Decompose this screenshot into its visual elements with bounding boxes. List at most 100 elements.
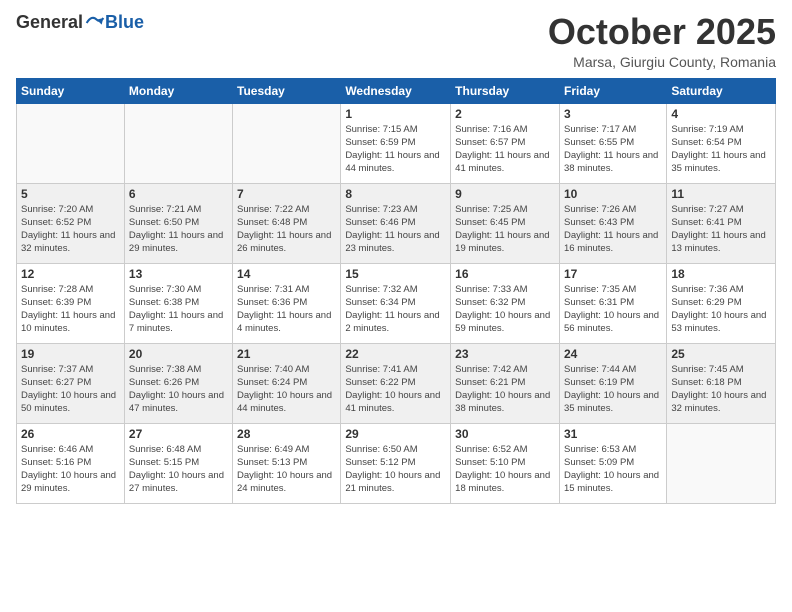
table-row: 26 Sunrise: 6:46 AMSunset: 5:16 PMDayligh… [17, 423, 125, 503]
table-row: 11 Sunrise: 7:27 AMSunset: 6:41 PMDayligh… [667, 183, 776, 263]
logo: General Blue [16, 12, 144, 33]
table-row [17, 103, 125, 183]
day-info: Sunrise: 7:20 AMSunset: 6:52 PMDaylight:… [21, 203, 120, 256]
table-row: 18 Sunrise: 7:36 AMSunset: 6:29 PMDayligh… [667, 263, 776, 343]
day-number: 20 [129, 347, 228, 361]
table-row: 14 Sunrise: 7:31 AMSunset: 6:36 PMDayligh… [233, 263, 341, 343]
calendar-week-row: 26 Sunrise: 6:46 AMSunset: 5:16 PMDayligh… [17, 423, 776, 503]
day-info: Sunrise: 7:33 AMSunset: 6:32 PMDaylight:… [455, 283, 555, 336]
day-number: 8 [345, 187, 446, 201]
day-info: Sunrise: 7:41 AMSunset: 6:22 PMDaylight:… [345, 363, 446, 416]
day-info: Sunrise: 7:15 AMSunset: 6:59 PMDaylight:… [345, 123, 446, 176]
day-info: Sunrise: 7:36 AMSunset: 6:29 PMDaylight:… [671, 283, 771, 336]
day-number: 21 [237, 347, 336, 361]
table-row: 27Sunrise: 6:48 AMSunset: 5:15 PMDayligh… [124, 423, 232, 503]
day-info: Sunrise: 7:35 AMSunset: 6:31 PMDaylight:… [564, 283, 662, 336]
table-row: 7 Sunrise: 7:22 AMSunset: 6:48 PMDaylight… [233, 183, 341, 263]
day-info: Sunrise: 7:25 AMSunset: 6:45 PMDaylight:… [455, 203, 555, 256]
day-info: Sunrise: 7:17 AMSunset: 6:55 PMDaylight:… [564, 123, 662, 176]
table-row: 21Sunrise: 7:40 AMSunset: 6:24 PMDayligh… [233, 343, 341, 423]
table-row: 31 Sunrise: 6:53 AMSunset: 5:09 PMDayligh… [559, 423, 666, 503]
table-row: 22 Sunrise: 7:41 AMSunset: 6:22 PMDayligh… [341, 343, 451, 423]
day-info: Sunrise: 7:45 AMSunset: 6:18 PMDaylight:… [671, 363, 771, 416]
day-number: 4 [671, 107, 771, 121]
day-info: Sunrise: 6:52 AMSunset: 5:10 PMDaylight:… [455, 443, 555, 496]
table-row: 23 Sunrise: 7:42 AMSunset: 6:21 PMDayligh… [451, 343, 560, 423]
day-info: Sunrise: 6:46 AMSunset: 5:16 PMDaylight:… [21, 443, 120, 496]
day-info: Sunrise: 7:26 AMSunset: 6:43 PMDaylight:… [564, 203, 662, 256]
logo-general-text: General [16, 12, 83, 33]
table-row: 20 Sunrise: 7:38 AMSunset: 6:26 PMDayligh… [124, 343, 232, 423]
day-info: Sunrise: 7:22 AMSunset: 6:48 PMDaylight:… [237, 203, 336, 256]
col-saturday: Saturday [667, 78, 776, 103]
day-info: Sunrise: 7:37 AMSunset: 6:27 PMDaylight:… [21, 363, 120, 416]
day-number: 1 [345, 107, 446, 121]
page: General Blue October 2025 Marsa, Giurgiu… [0, 0, 792, 612]
table-row: 5 Sunrise: 7:20 AMSunset: 6:52 PMDaylight… [17, 183, 125, 263]
col-thursday: Thursday [451, 78, 560, 103]
day-number: 27 [129, 427, 228, 441]
day-info: Sunrise: 7:28 AMSunset: 6:39 PMDaylight:… [21, 283, 120, 336]
day-number: 12 [21, 267, 120, 281]
day-info: Sunrise: 7:16 AMSunset: 6:57 PMDaylight:… [455, 123, 555, 176]
table-row: 17 Sunrise: 7:35 AMSunset: 6:31 PMDayligh… [559, 263, 666, 343]
day-number: 23 [455, 347, 555, 361]
day-info: Sunrise: 7:30 AMSunset: 6:38 PMDaylight:… [129, 283, 228, 336]
table-row [233, 103, 341, 183]
day-number: 5 [21, 187, 120, 201]
subtitle: Marsa, Giurgiu County, Romania [548, 54, 776, 70]
table-row: 28Sunrise: 6:49 AMSunset: 5:13 PMDayligh… [233, 423, 341, 503]
calendar-table: Sunday Monday Tuesday Wednesday Thursday… [16, 78, 776, 504]
day-info: Sunrise: 7:21 AMSunset: 6:50 PMDaylight:… [129, 203, 228, 256]
day-info: Sunrise: 7:38 AMSunset: 6:26 PMDaylight:… [129, 363, 228, 416]
day-number: 31 [564, 427, 662, 441]
table-row: 8Sunrise: 7:23 AMSunset: 6:46 PMDaylight… [341, 183, 451, 263]
table-row: 30Sunrise: 6:52 AMSunset: 5:10 PMDayligh… [451, 423, 560, 503]
day-info: Sunrise: 7:31 AMSunset: 6:36 PMDaylight:… [237, 283, 336, 336]
day-number: 10 [564, 187, 662, 201]
logo-icon [85, 13, 105, 33]
header-row: Sunday Monday Tuesday Wednesday Thursday… [17, 78, 776, 103]
table-row: 3 Sunrise: 7:17 AMSunset: 6:55 PMDaylight… [559, 103, 666, 183]
table-row: 13 Sunrise: 7:30 AMSunset: 6:38 PMDayligh… [124, 263, 232, 343]
day-number: 14 [237, 267, 336, 281]
title-area: October 2025 Marsa, Giurgiu County, Roma… [548, 12, 776, 70]
day-number: 15 [345, 267, 446, 281]
col-tuesday: Tuesday [233, 78, 341, 103]
table-row: 25Sunrise: 7:45 AMSunset: 6:18 PMDayligh… [667, 343, 776, 423]
day-number: 7 [237, 187, 336, 201]
day-info: Sunrise: 7:42 AMSunset: 6:21 PMDaylight:… [455, 363, 555, 416]
day-number: 22 [345, 347, 446, 361]
table-row: 9Sunrise: 7:25 AMSunset: 6:45 PMDaylight… [451, 183, 560, 263]
day-info: Sunrise: 6:53 AMSunset: 5:09 PMDaylight:… [564, 443, 662, 496]
table-row: 24 Sunrise: 7:44 AMSunset: 6:19 PMDayligh… [559, 343, 666, 423]
day-number: 13 [129, 267, 228, 281]
day-number: 18 [671, 267, 771, 281]
table-row: 12 Sunrise: 7:28 AMSunset: 6:39 PMDayligh… [17, 263, 125, 343]
table-row: 19 Sunrise: 7:37 AMSunset: 6:27 PMDayligh… [17, 343, 125, 423]
calendar-week-row: 12 Sunrise: 7:28 AMSunset: 6:39 PMDayligh… [17, 263, 776, 343]
header: General Blue October 2025 Marsa, Giurgiu… [16, 12, 776, 70]
calendar-week-row: 1 Sunrise: 7:15 AMSunset: 6:59 PMDaylight… [17, 103, 776, 183]
table-row: 15Sunrise: 7:32 AMSunset: 6:34 PMDayligh… [341, 263, 451, 343]
day-info: Sunrise: 7:44 AMSunset: 6:19 PMDaylight:… [564, 363, 662, 416]
calendar-week-row: 19 Sunrise: 7:37 AMSunset: 6:27 PMDayligh… [17, 343, 776, 423]
day-number: 11 [671, 187, 771, 201]
col-monday: Monday [124, 78, 232, 103]
day-number: 6 [129, 187, 228, 201]
day-number: 3 [564, 107, 662, 121]
table-row: 4Sunrise: 7:19 AMSunset: 6:54 PMDaylight… [667, 103, 776, 183]
day-info: Sunrise: 6:50 AMSunset: 5:12 PMDaylight:… [345, 443, 446, 496]
table-row: 6 Sunrise: 7:21 AMSunset: 6:50 PMDaylight… [124, 183, 232, 263]
logo-blue-text: Blue [105, 12, 144, 33]
day-number: 19 [21, 347, 120, 361]
day-number: 26 [21, 427, 120, 441]
day-number: 24 [564, 347, 662, 361]
day-number: 17 [564, 267, 662, 281]
col-sunday: Sunday [17, 78, 125, 103]
table-row: 1 Sunrise: 7:15 AMSunset: 6:59 PMDaylight… [341, 103, 451, 183]
day-info: Sunrise: 7:27 AMSunset: 6:41 PMDaylight:… [671, 203, 771, 256]
table-row: 16Sunrise: 7:33 AMSunset: 6:32 PMDayligh… [451, 263, 560, 343]
col-wednesday: Wednesday [341, 78, 451, 103]
table-row [124, 103, 232, 183]
